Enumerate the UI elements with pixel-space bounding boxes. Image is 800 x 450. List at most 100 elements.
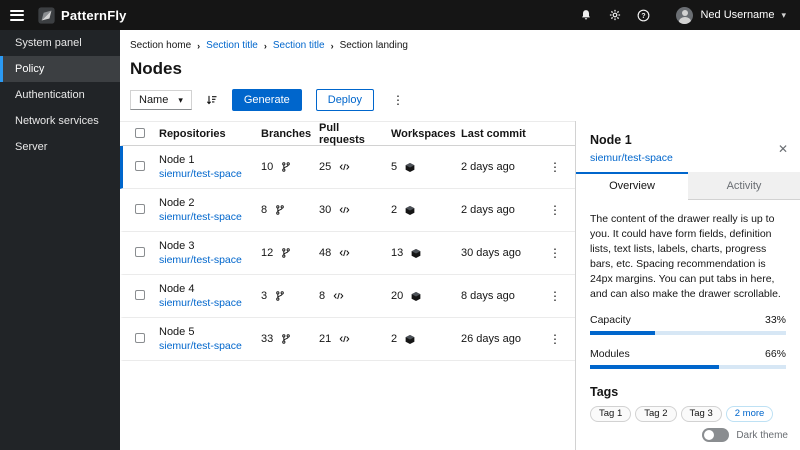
breadcrumb-item-current: Section landing	[339, 40, 408, 51]
pull-requests-count: 30	[319, 204, 332, 216]
brand-name: PatternFly	[61, 7, 127, 23]
pull-requests-count: 8	[319, 290, 326, 302]
sidebar-item-authentication[interactable]: Authentication	[0, 82, 120, 108]
cube-icon	[411, 248, 421, 259]
node-name: Node 5	[159, 326, 195, 338]
sort-icon[interactable]	[206, 94, 218, 106]
breadcrumb-item-section-1[interactable]: Section title	[206, 40, 258, 51]
table-row[interactable]: Node 5 siemur/test-space 33 21 2 26 days…	[120, 318, 575, 361]
cube-icon	[411, 291, 421, 302]
col-header-workspaces: Workspaces	[391, 128, 456, 140]
breadcrumb-item-home[interactable]: Section home	[130, 40, 191, 51]
table-row[interactable]: Node 4 siemur/test-space 3 8 20 8 days a…	[120, 275, 575, 318]
workspaces-count: 2	[391, 204, 398, 216]
row-kebab-icon[interactable]: ⋮	[545, 288, 565, 304]
row-checkbox[interactable]	[135, 246, 145, 257]
node-repo-link[interactable]: siemur/test-space	[159, 168, 257, 180]
last-commit: 26 days ago	[461, 333, 521, 345]
user-name: Ned Username	[700, 9, 775, 21]
drawer-repo-link[interactable]: siemur/test-space	[590, 152, 673, 164]
user-menu[interactable]: Ned Username ▾	[676, 6, 786, 24]
branches-count: 3	[261, 290, 268, 302]
tags-heading: Tags	[590, 385, 619, 400]
help-question-icon[interactable]: ?	[637, 9, 650, 22]
details-drawer: Node 1 siemur/test-space ✕ Overview Acti…	[575, 121, 800, 450]
tags-overflow-chip[interactable]: 2 more	[725, 406, 774, 423]
row-checkbox[interactable]	[135, 332, 145, 343]
cube-icon	[405, 162, 415, 173]
notifications-bell-icon[interactable]	[579, 9, 592, 22]
node-repo-link[interactable]: siemur/test-space	[159, 340, 257, 352]
select-all-checkbox[interactable]	[135, 127, 145, 138]
patternfly-logo-icon	[38, 6, 55, 24]
filter-select-value: Name	[139, 94, 169, 106]
masthead: PatternFly ? Ned Username ▾	[0, 0, 800, 30]
row-kebab-icon[interactable]: ⋮	[545, 245, 565, 261]
dark-theme-label: Dark theme	[736, 429, 788, 441]
tag-chip[interactable]: Tag 3	[680, 406, 722, 423]
branches-count: 8	[261, 204, 268, 216]
table-row[interactable]: Node 1 siemur/test-space 10 25 5 2 days …	[120, 146, 575, 189]
workspaces-count: 2	[391, 333, 398, 345]
toolbar-kebab-icon[interactable]: ⋮	[388, 92, 408, 108]
last-commit: 30 days ago	[461, 247, 521, 259]
last-commit: 2 days ago	[461, 161, 515, 173]
capacity-progress: Capacity 33%	[590, 314, 786, 336]
row-checkbox[interactable]	[135, 203, 145, 214]
code-icon	[339, 205, 350, 215]
row-kebab-icon[interactable]: ⋮	[545, 159, 565, 175]
workspaces-count: 20	[391, 290, 404, 302]
pull-requests-count: 21	[319, 333, 332, 345]
sidebar-item-server[interactable]: Server	[0, 134, 120, 160]
filter-select[interactable]: Name ▾	[130, 90, 192, 110]
code-icon	[339, 248, 350, 258]
tab-activity[interactable]: Activity	[688, 172, 800, 200]
workspaces-count: 5	[391, 161, 398, 173]
dark-theme-toggle[interactable]	[702, 428, 730, 442]
node-repo-link[interactable]: siemur/test-space	[159, 254, 257, 266]
sidebar-nav: System panel Policy Authentication Netwo…	[0, 30, 120, 450]
sidebar-item-network-services[interactable]: Network services	[0, 108, 120, 134]
code-branch-icon	[275, 205, 285, 215]
pull-requests-count: 25	[319, 161, 332, 173]
nodes-table: Repositories Branches Pull requests Work…	[120, 121, 575, 450]
capacity-bar	[590, 331, 655, 336]
chevron-down-icon: ▾	[781, 9, 786, 20]
breadcrumb-separator-icon: ›	[197, 40, 201, 51]
deploy-button[interactable]: Deploy	[315, 89, 374, 111]
svg-text:?: ?	[642, 13, 646, 20]
branches-count: 12	[261, 247, 274, 259]
sidebar-item-system-panel[interactable]: System panel	[0, 30, 120, 56]
node-name: Node 2	[159, 197, 195, 209]
row-checkbox[interactable]	[135, 289, 145, 300]
workspaces-count: 13	[391, 247, 404, 259]
dark-theme-control: Dark theme	[702, 428, 788, 442]
row-checkbox[interactable]	[135, 160, 145, 171]
last-commit: 2 days ago	[461, 204, 515, 216]
modules-value: 66%	[764, 348, 786, 361]
sidebar-item-policy[interactable]: Policy	[0, 56, 120, 82]
tab-overview[interactable]: Overview	[576, 172, 688, 200]
node-repo-link[interactable]: siemur/test-space	[159, 211, 257, 223]
breadcrumb-item-section-2[interactable]: Section title	[273, 40, 325, 51]
table-row[interactable]: Node 2 siemur/test-space 8 30 2 2 days a…	[120, 189, 575, 232]
tag-chip[interactable]: Tag 1	[590, 406, 632, 423]
breadcrumb-separator-icon: ›	[263, 40, 267, 51]
page-title: Nodes	[130, 59, 182, 78]
drawer-tabs: Overview Activity	[576, 172, 800, 200]
table-row[interactable]: Node 3 siemur/test-space 12 48 13 30 day…	[120, 232, 575, 275]
settings-gear-icon[interactable]	[608, 9, 621, 22]
branches-count: 10	[261, 161, 274, 173]
tag-chip[interactable]: Tag 2	[635, 406, 677, 423]
row-kebab-icon[interactable]: ⋮	[545, 202, 565, 218]
generate-button[interactable]: Generate	[231, 89, 302, 111]
row-kebab-icon[interactable]: ⋮	[545, 331, 565, 347]
main-content: Section home › Section title › Section t…	[120, 30, 800, 450]
code-branch-icon	[275, 291, 285, 301]
pull-requests-count: 48	[319, 247, 332, 259]
col-header-branches: Branches	[261, 128, 312, 140]
node-repo-link[interactable]: siemur/test-space	[159, 297, 257, 309]
nav-toggle-icon[interactable]	[10, 9, 24, 21]
drawer-description: The content of the drawer really is up t…	[590, 213, 781, 300]
drawer-close-icon[interactable]: ✕	[778, 133, 788, 164]
